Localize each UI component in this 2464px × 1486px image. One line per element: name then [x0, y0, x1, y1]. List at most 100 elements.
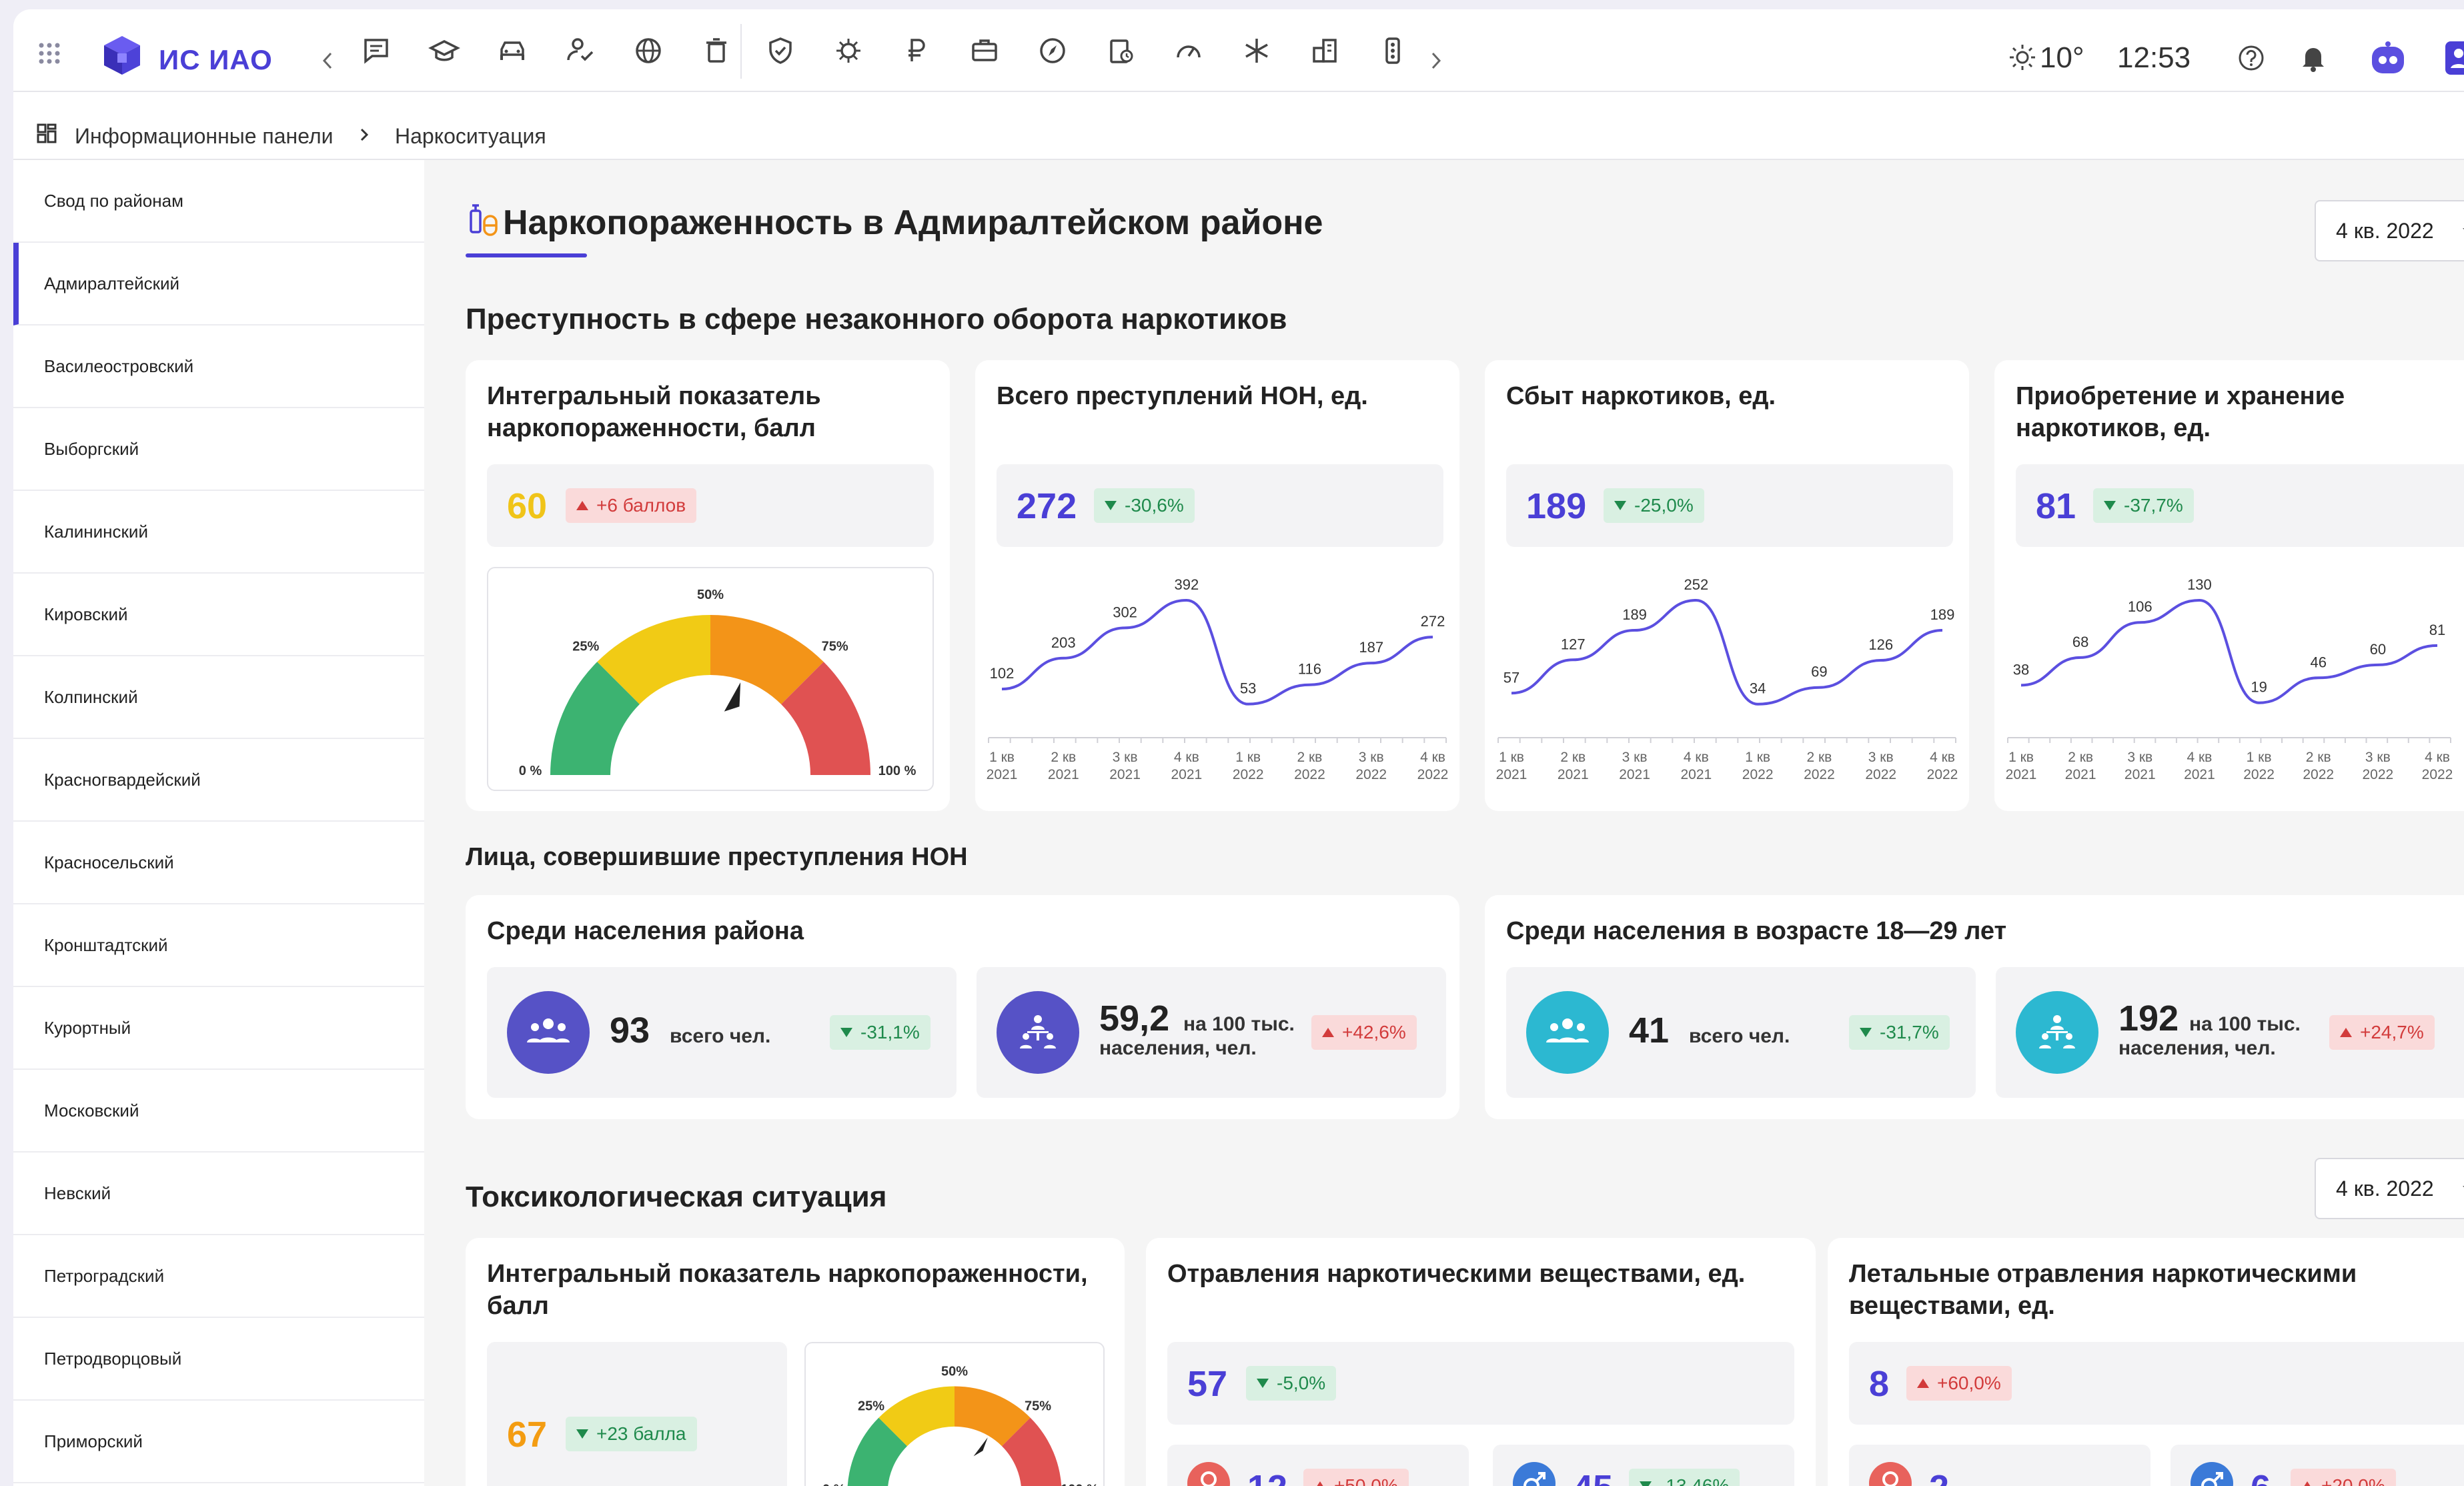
education-icon[interactable]: [428, 35, 460, 67]
data-label: 392: [1174, 576, 1199, 593]
ruble-icon[interactable]: [900, 35, 933, 67]
delta-badge: -31,1%: [830, 1015, 931, 1050]
delta-value: -31,1%: [860, 1022, 920, 1042]
help-icon[interactable]: [2237, 44, 2265, 72]
count-tile: 93 всего чел. -31,1%: [487, 967, 957, 1098]
x-tick-label-year: 2022: [1927, 767, 1958, 782]
shield-check-icon[interactable]: [764, 35, 796, 67]
x-tick-label: 2 кв: [1297, 750, 1322, 765]
app-title[interactable]: ИС ИАО: [159, 44, 273, 76]
gauge-tick-label: 100 %: [1061, 1482, 1099, 1486]
delta-badge: +60,0%: [1906, 1366, 2012, 1401]
data-label: 38: [2013, 661, 2029, 678]
sidebar-item-kurortny[interactable]: Курортный: [13, 987, 424, 1070]
data-label: 189: [1930, 606, 1955, 623]
globe-icon[interactable]: [632, 35, 664, 67]
traffic-light-icon[interactable]: [1377, 35, 1409, 67]
card-title: Летальные отравления наркотическими вещес…: [1849, 1258, 2357, 1322]
sidebar-item-label: Московский: [44, 1100, 139, 1121]
x-tick-label-year: 2021: [987, 767, 1018, 782]
sidebar-item-admiralteysky[interactable]: Адмиралтейский: [13, 243, 424, 325]
period-select[interactable]: 4 кв. 2022: [2315, 200, 2464, 261]
speedometer-icon[interactable]: [1173, 35, 1205, 67]
briefcase-icon[interactable]: [969, 35, 1001, 67]
triangle-down-icon: [2104, 501, 2116, 510]
sidebar-item-vasileostrovsky[interactable]: Василеостровский: [13, 325, 424, 408]
x-tick-label: 3 кв: [1359, 750, 1384, 765]
kpi-value: 8: [1869, 1364, 1890, 1404]
dashboard-icon: [37, 123, 57, 143]
delta-value: +6 баллов: [596, 495, 686, 516]
x-tick-label: 2 кв: [2306, 750, 2331, 765]
sidebar-item-krasnoselsky[interactable]: Красносельский: [13, 822, 424, 904]
apps-grid-icon[interactable]: [37, 41, 61, 65]
delta-value: -31,7%: [1880, 1022, 1939, 1042]
delta-badge: -25,0%: [1604, 488, 1704, 523]
sidebar-item-label: Красногвардейский: [44, 769, 201, 790]
sidebar-item-krasnogvardeysky[interactable]: Красногвардейский: [13, 739, 424, 822]
person-check-icon[interactable]: [564, 35, 596, 67]
x-tick-label-year: 2021: [2006, 767, 2037, 782]
compass-icon[interactable]: [1037, 35, 1069, 67]
x-tick-label-year: 2021: [2184, 767, 2215, 782]
male-icon: [1523, 1472, 1546, 1486]
sidebar-item-primorsky[interactable]: Приморский: [13, 1401, 424, 1483]
sidebar-item-kolpinsky[interactable]: Колпинский: [13, 656, 424, 739]
data-label: 127: [1561, 636, 1586, 652]
delta-value: +20,0%: [2321, 1475, 2385, 1486]
clipboard-clock-icon[interactable]: [1105, 35, 1137, 67]
sidebar-item-label: Адмиралтейский: [44, 273, 180, 293]
female-value: 12: [1247, 1467, 1287, 1486]
messages-icon[interactable]: [360, 35, 392, 67]
data-label: 53: [1240, 680, 1256, 697]
line-chart: 38 1 кв 2021 68 2 кв 2021 106 3 кв 2021 130 4 кв 20…: [2006, 576, 2453, 782]
user-avatar-icon[interactable]: [2445, 41, 2464, 75]
gauge-needle: [724, 682, 741, 712]
car-icon[interactable]: [496, 35, 528, 67]
x-tick-label-year: 2021: [1496, 767, 1527, 782]
sidebar-item-vyborgsky[interactable]: Выборгский: [13, 408, 424, 491]
sidebar-item-moskovsky[interactable]: Московский: [13, 1070, 424, 1153]
x-tick-label-year: 2022: [1294, 767, 1325, 782]
sidebar-item-petrodvortsovy[interactable]: Петродворцовый: [13, 1318, 424, 1401]
x-tick-label-year: 2021: [1619, 767, 1650, 782]
chevron-right-icon[interactable]: [1430, 51, 1442, 71]
toxic-integral-card: Интегральный показатель наркопораженност…: [466, 1238, 1125, 1486]
x-tick-label-year: 2022: [1417, 767, 1449, 782]
card-title-line1: Летальные отравления наркотическими: [1849, 1260, 2357, 1288]
app-window: ИС ИАО 10° 12:53 Информационные панели Н…: [13, 9, 2464, 1486]
snowflake-icon[interactable]: [1241, 35, 1273, 67]
top-bar: ИС ИАО 10° 12:53: [13, 9, 2464, 92]
people-group-circle: [1526, 991, 1609, 1074]
rate-tile: 192 на 100 тыс. населения, чел. +24,7%: [1996, 967, 2464, 1098]
trash-icon[interactable]: [700, 35, 732, 67]
x-tick-label: 1 кв: [2008, 750, 2034, 765]
chevron-left-icon[interactable]: [322, 51, 334, 71]
toxic-period-select[interactable]: 4 кв. 2022: [2315, 1158, 2464, 1219]
sidebar-item-summary[interactable]: Свод по районам: [13, 160, 424, 243]
x-tick-label: 4 кв: [2187, 750, 2212, 765]
kpi-value: 60: [507, 486, 548, 526]
kpi-value: 81: [2036, 486, 2076, 526]
bell-icon[interactable]: [2300, 44, 2327, 72]
syringe-pills-icon: [470, 204, 498, 236]
x-tick-label: 1 кв: [2247, 750, 2272, 765]
integral-index-card: Интегральный показатель наркопораженности…: [466, 360, 950, 811]
sidebar-item-nevsky[interactable]: Невский: [13, 1153, 424, 1235]
sidebar-item-label: Курортный: [44, 1017, 131, 1038]
sidebar-item-kirovsky[interactable]: Кировский: [13, 574, 424, 656]
x-tick-label: 1 кв: [1745, 750, 1770, 765]
sidebar-item-kronshtadtsky[interactable]: Кронштадтский: [13, 904, 424, 987]
virus-icon[interactable]: [832, 35, 864, 67]
buildings-icon[interactable]: [1309, 35, 1341, 67]
male-value: 45: [1573, 1467, 1613, 1486]
main-content: Наркопораженность в Адмиралтейском район…: [424, 160, 2464, 1486]
sidebar-item-petrogradsky[interactable]: Петроградский: [13, 1235, 424, 1318]
total-crimes-card: Всего преступлений НОН, ед. 272 -30,6% 1…: [975, 360, 1459, 811]
assistant-bot-icon[interactable]: [2368, 39, 2408, 79]
data-label: 252: [1684, 576, 1708, 593]
triangle-down-icon: [1640, 1481, 1652, 1486]
breadcrumb-root[interactable]: Информационные панели: [75, 124, 334, 149]
sidebar-item-kalininsky[interactable]: Калининский: [13, 491, 424, 574]
gauge-tick-label: 25%: [858, 1399, 884, 1413]
